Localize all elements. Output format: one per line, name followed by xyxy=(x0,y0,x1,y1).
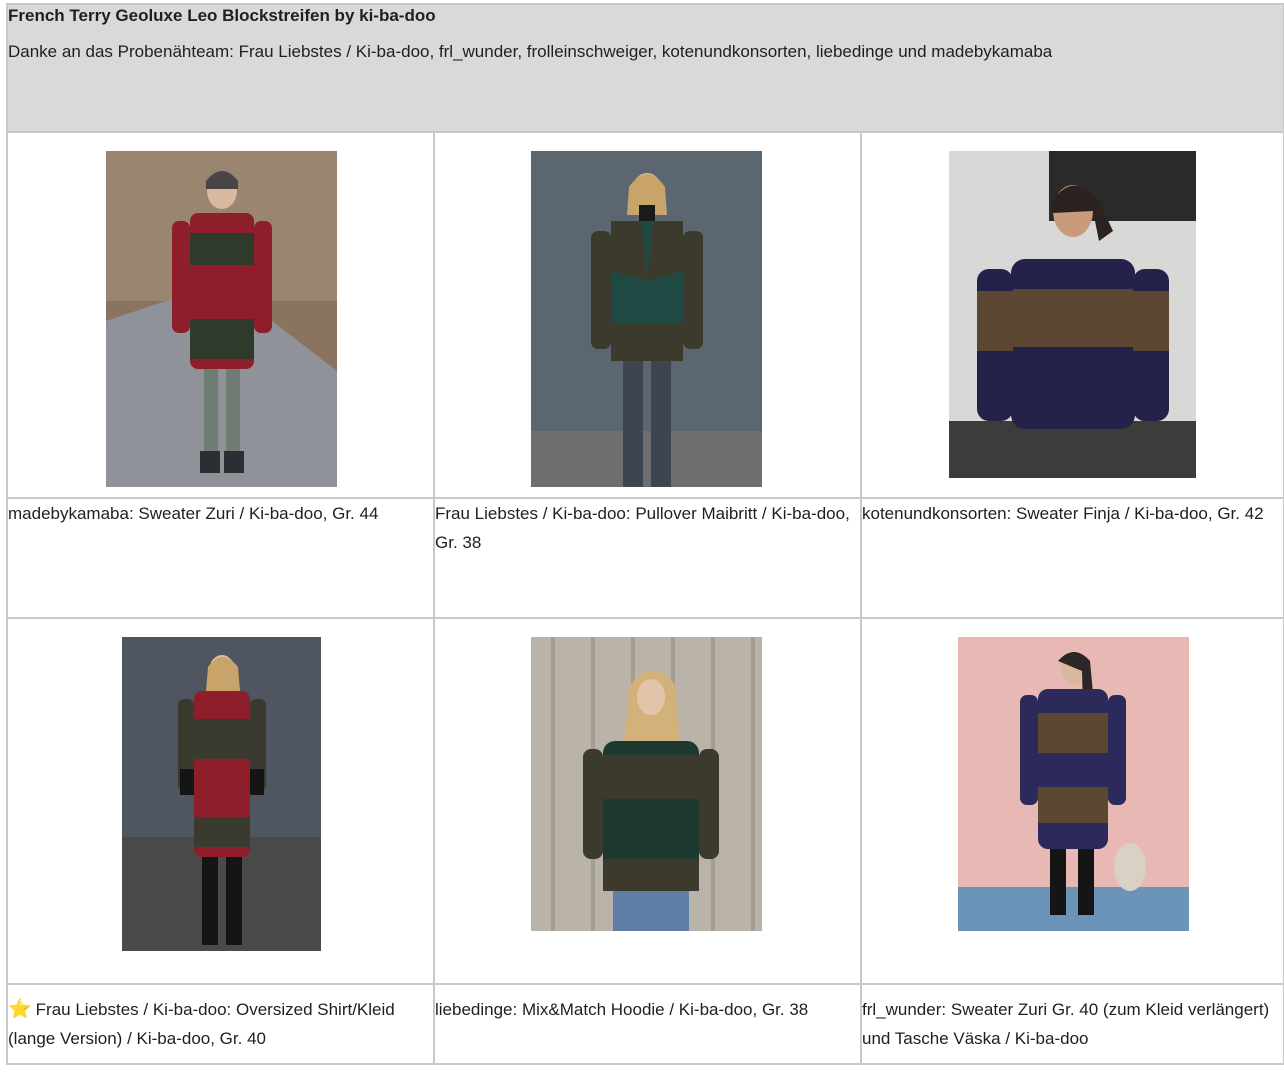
document-subtitle: Danke an das Probenähteam: Frau Liebstes… xyxy=(8,42,1053,61)
photo-caption: kotenundkonsorten: Sweater Finja / Ki-ba… xyxy=(862,504,1264,523)
image-cell xyxy=(6,131,435,499)
caption-cell: madebykamaba: Sweater Zuri / Ki-ba-doo, … xyxy=(6,497,435,619)
caption-cell: kotenundkonsorten: Sweater Finja / Ki-ba… xyxy=(859,497,1284,619)
image-cell xyxy=(433,617,862,985)
caption-cell: ⭐ Frau Liebstes / Ki-ba-doo: Oversized Sh… xyxy=(6,983,435,1065)
product-photo[interactable] xyxy=(531,637,762,931)
document-table: French Terry Geoluxe Leo Blockstreifen b… xyxy=(5,3,1284,1065)
caption-cell: liebedinge: Mix&Match Hoodie / Ki-ba-doo… xyxy=(433,983,862,1065)
product-photo[interactable] xyxy=(122,637,321,951)
photo-caption: frl_wunder: Sweater Zuri Gr. 40 (zum Kle… xyxy=(862,1000,1270,1048)
product-photo[interactable] xyxy=(949,151,1196,478)
caption-cell: frl_wunder: Sweater Zuri Gr. 40 (zum Kle… xyxy=(859,983,1284,1065)
image-cell xyxy=(859,617,1284,985)
product-photo[interactable] xyxy=(106,151,337,487)
image-cell xyxy=(6,617,435,985)
caption-cell: Frau Liebstes / Ki-ba-doo: Pullover Maib… xyxy=(433,497,862,619)
photo-caption: madebykamaba: Sweater Zuri / Ki-ba-doo, … xyxy=(8,504,379,523)
photo-caption: Frau Liebstes / Ki-ba-doo: Pullover Maib… xyxy=(435,504,850,552)
photo-caption: Frau Liebstes / Ki-ba-doo: Oversized Shi… xyxy=(8,1000,395,1048)
image-cell xyxy=(433,131,862,499)
image-cell xyxy=(859,131,1284,499)
photo-caption: liebedinge: Mix&Match Hoodie / Ki-ba-doo… xyxy=(435,1000,809,1019)
star-icon: ⭐ xyxy=(8,999,32,1020)
product-photo[interactable] xyxy=(958,637,1189,931)
document-title: French Terry Geoluxe Leo Blockstreifen b… xyxy=(8,6,436,25)
product-photo[interactable] xyxy=(531,151,762,487)
header-cell: French Terry Geoluxe Leo Blockstreifen b… xyxy=(5,3,1284,133)
